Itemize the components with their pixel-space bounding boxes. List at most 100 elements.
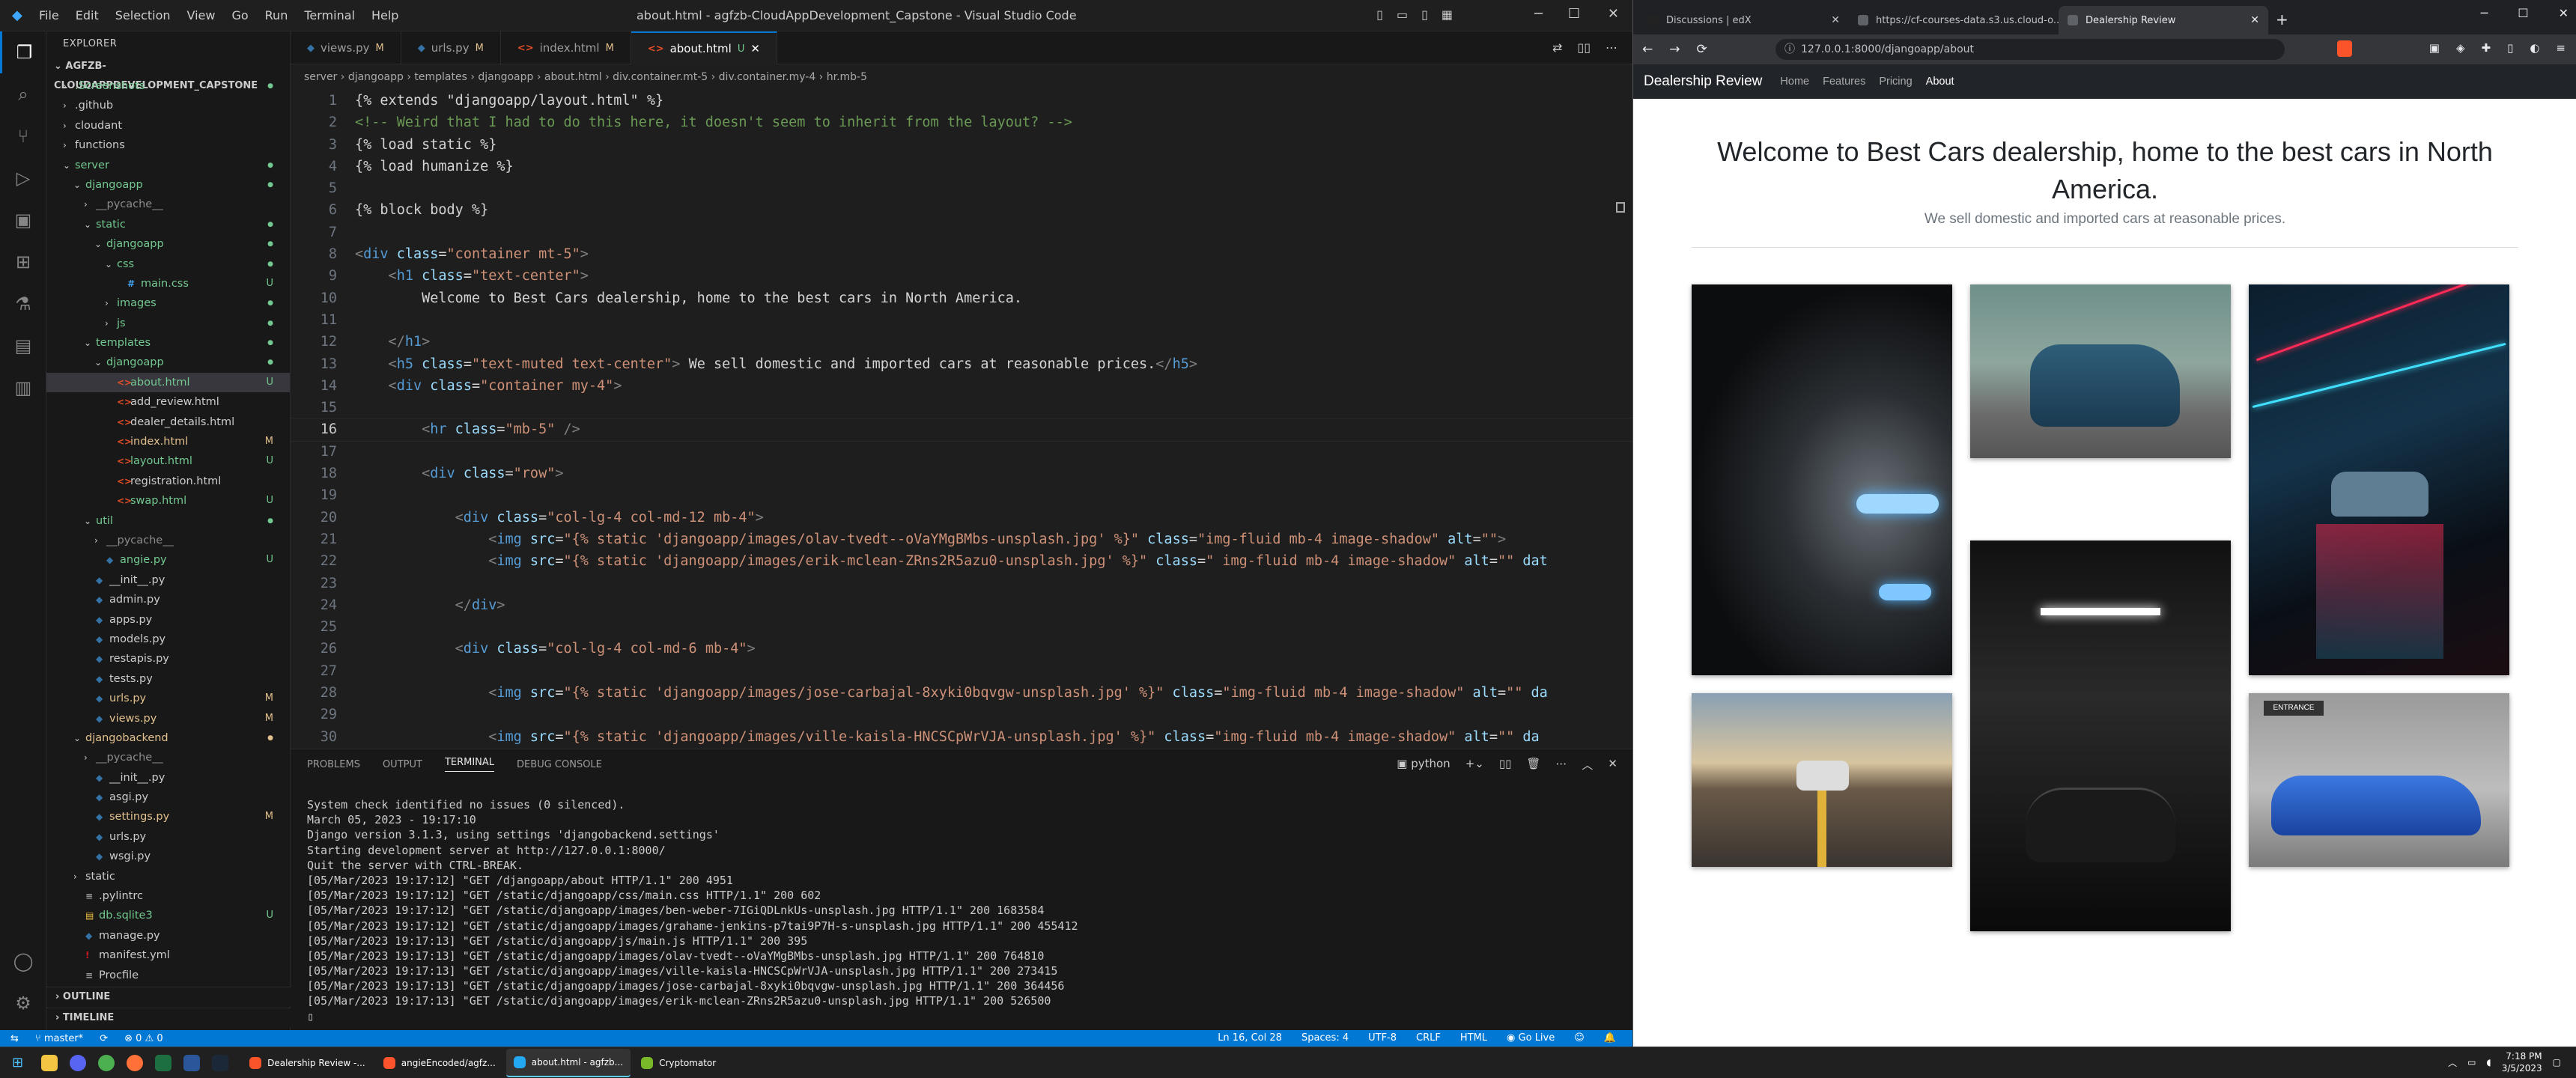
maximize-button[interactable]: ☐: [2518, 6, 2528, 20]
tree-item[interactable]: ◆ apps.py: [46, 610, 290, 630]
settings-gear-icon[interactable]: ⚙: [0, 982, 46, 1024]
tree-item[interactable]: ◆ urls.py: [46, 827, 290, 847]
breadcrumb-item[interactable]: templates: [414, 71, 467, 83]
minimize-button[interactable]: ─: [1534, 6, 1543, 22]
docker-icon[interactable]: ▥: [0, 367, 46, 409]
tree-item[interactable]: <>add_review.html: [46, 392, 290, 412]
account-icon[interactable]: ◯: [0, 940, 46, 982]
problems-status[interactable]: ⊗ 0 ⚠ 0: [124, 1033, 163, 1044]
tree-item[interactable]: › functions: [46, 135, 290, 155]
chrome-icon[interactable]: [98, 1054, 115, 1071]
close-tab-icon[interactable]: ✕: [2250, 14, 2259, 26]
file-explorer-icon[interactable]: [41, 1054, 58, 1071]
tray-overflow-icon[interactable]: ︿: [2448, 1056, 2457, 1069]
tree-item[interactable]: ⌄ djangobackend ●: [46, 728, 290, 748]
split-editor-icon[interactable]: ▯▯: [1577, 40, 1591, 55]
tree-item[interactable]: ◆ __init__.py: [46, 570, 290, 590]
tree-item[interactable]: ◆ wsgi.py: [46, 847, 290, 866]
menu-help[interactable]: Help: [371, 8, 398, 22]
more-actions-icon[interactable]: ⋯: [1606, 40, 1617, 55]
firefox-icon[interactable]: [127, 1054, 144, 1071]
menu-icon[interactable]: ≡: [2556, 41, 2566, 55]
tree-item[interactable]: ◆ __init__.py: [46, 768, 290, 788]
run-debug-icon[interactable]: ▷: [0, 157, 46, 199]
nav-link-pricing[interactable]: Pricing: [1879, 76, 1912, 88]
breadcrumb-item[interactable]: hr.mb-5: [827, 71, 867, 83]
customize-layout-icon[interactable]: ▦: [1442, 7, 1453, 22]
tree-item[interactable]: ⌄ djangoapp ●: [46, 175, 290, 195]
tree-item[interactable]: ◆ restapis.py: [46, 649, 290, 669]
breadcrumb-item[interactable]: div.container.mt-5: [613, 71, 708, 83]
clock[interactable]: 7:18 PM 3/5/2023: [2502, 1050, 2542, 1074]
sidebar-icon[interactable]: ▯: [2507, 41, 2513, 55]
breadcrumb-item[interactable]: server: [304, 71, 337, 83]
menu-selection[interactable]: Selection: [115, 8, 171, 22]
notifications-icon[interactable]: 🔔: [1604, 1032, 1616, 1044]
panel-tab-terminal[interactable]: TERMINAL: [444, 757, 495, 772]
back-icon[interactable]: ←: [1642, 42, 1653, 57]
tree-item[interactable]: ◆ asgi.py: [46, 788, 290, 807]
taskbar-app[interactable]: about.html - agfzb...: [505, 1048, 631, 1077]
tree-item[interactable]: ≡ Procfile: [46, 966, 290, 985]
tree-item[interactable]: › .Screenshots ●: [46, 76, 290, 96]
open-changes-icon[interactable]: ⇄: [1552, 40, 1562, 55]
minimize-button[interactable]: ─: [2481, 6, 2488, 20]
tree-item[interactable]: › static: [46, 867, 290, 886]
cursor-position[interactable]: Ln 16, Col 28: [1218, 1032, 1282, 1044]
breadcrumb-item[interactable]: djangoapp: [478, 71, 533, 83]
tree-item[interactable]: <>layout.html U: [46, 451, 290, 471]
panel-tab-output[interactable]: OUTPUT: [383, 759, 422, 770]
network-icon[interactable]: ▭: [2467, 1057, 2476, 1068]
indentation-status[interactable]: Spaces: 4: [1301, 1032, 1349, 1044]
panel-tab-problems[interactable]: PROBLEMS: [307, 759, 360, 770]
menu-edit[interactable]: Edit: [76, 8, 99, 22]
notification-icon[interactable]: ▢: [2553, 1057, 2561, 1068]
menu-go[interactable]: Go: [231, 8, 248, 22]
tree-item[interactable]: ⌄ util ●: [46, 511, 290, 531]
tree-item[interactable]: › cloudant: [46, 116, 290, 135]
profile-icon[interactable]: ◐: [2530, 41, 2539, 55]
taskbar-app[interactable]: angieEncoded/agfz...: [376, 1049, 503, 1077]
timeline-section[interactable]: › TIMELINE: [46, 1008, 291, 1027]
toggle-panel-icon[interactable]: ▭: [1397, 7, 1408, 22]
extension-icon[interactable]: ◈: [2456, 41, 2465, 55]
tree-item[interactable]: ◆ admin.py: [46, 590, 290, 609]
toggle-primary-sidebar-icon[interactable]: ▯: [1376, 7, 1383, 22]
maximize-button[interactable]: ☐: [1568, 6, 1580, 22]
brave-shields-icon[interactable]: [2337, 40, 2352, 57]
discord-icon[interactable]: [70, 1054, 87, 1071]
forward-icon[interactable]: →: [1669, 42, 1680, 57]
tree-item[interactable]: ⌄ djangoapp ●: [46, 234, 290, 254]
remote-explorer-icon[interactable]: ▣: [0, 199, 46, 241]
word-icon[interactable]: [183, 1054, 201, 1071]
taskbar-app[interactable]: Cryptomator: [634, 1049, 723, 1077]
tree-item[interactable]: ≡ .pylintrc: [46, 886, 290, 906]
code-editor[interactable]: 1 {% extends "djangoapp/layout.html" %} 2 <…: [291, 90, 1632, 747]
language-mode[interactable]: HTML: [1460, 1032, 1487, 1044]
search-icon[interactable]: ⌕: [0, 73, 46, 115]
tab-about-html[interactable]: <> about.html U ✕: [631, 31, 777, 64]
nav-link-features[interactable]: Features: [1823, 76, 1865, 88]
tree-item[interactable]: ◆ models.py: [46, 630, 290, 649]
source-control-icon[interactable]: ⑂: [0, 115, 46, 157]
tab-views-py[interactable]: ◆ views.py M: [291, 31, 401, 64]
tree-item[interactable]: › .github: [46, 96, 290, 115]
kill-terminal-icon[interactable]: 🗑: [1526, 757, 1540, 773]
sync-icon[interactable]: ⟳: [100, 1033, 108, 1044]
tree-item[interactable]: # main.css U: [46, 274, 290, 293]
close-tab-icon[interactable]: ✕: [1831, 14, 1840, 26]
testing-icon[interactable]: ⚗: [0, 283, 46, 325]
wallet-icon[interactable]: ▣: [2429, 41, 2440, 55]
explorer-icon[interactable]: ❐: [0, 31, 46, 73]
menu-view[interactable]: View: [187, 8, 216, 22]
terminal-output[interactable]: System check identified no issues (0 sil…: [291, 779, 1632, 1024]
tree-item[interactable]: ◆ urls.py M: [46, 689, 290, 708]
breadcrumb-item[interactable]: about.html: [544, 71, 602, 83]
tree-item[interactable]: › js ●: [46, 314, 290, 333]
tree-item[interactable]: ◆ settings.py M: [46, 807, 290, 826]
minimap-slider[interactable]: [1616, 202, 1625, 213]
menu-terminal[interactable]: Terminal: [304, 8, 355, 22]
volume-icon[interactable]: ◖: [2486, 1057, 2491, 1068]
encoding-status[interactable]: UTF-8: [1368, 1032, 1397, 1044]
reload-icon[interactable]: ⟳: [1697, 42, 1707, 57]
